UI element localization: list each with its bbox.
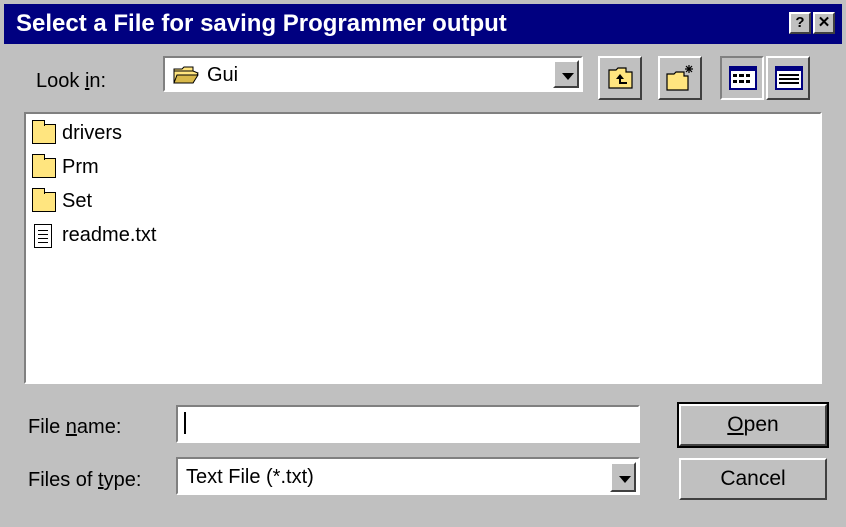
details-view-button[interactable] — [766, 56, 810, 100]
close-icon: ✕ — [817, 14, 831, 31]
open-button-label: pen — [743, 413, 779, 436]
file-list[interactable]: drivers Prm Set readme.txt — [24, 112, 822, 384]
files-of-type-combo[interactable]: Text File (*.txt) — [176, 457, 640, 495]
text-caret — [184, 412, 186, 434]
open-button[interactable]: Open — [677, 402, 829, 448]
details-view-icon — [775, 66, 803, 95]
folder-icon — [32, 188, 56, 212]
look-in-dropdown-button[interactable] — [553, 60, 579, 88]
help-icon: ? — [795, 14, 805, 31]
text-file-icon — [34, 224, 52, 248]
create-new-folder-icon — [666, 64, 696, 97]
file-name-label: File name: — [28, 416, 121, 439]
files-of-type-label-suffix: ype: — [103, 469, 142, 491]
file-name-label-prefix: File — [28, 416, 66, 438]
files-of-type-value: Text File (*.txt) — [186, 466, 314, 488]
list-view-icon — [729, 66, 757, 95]
chevron-down-icon — [562, 73, 574, 80]
cancel-button-label: Cancel — [720, 467, 786, 490]
open-button-accel: O — [727, 413, 744, 436]
open-folder-icon — [173, 66, 199, 84]
look-in-label: Look in: — [36, 70, 106, 93]
file-name-label-accel: n — [65, 416, 77, 438]
look-in-label-prefix: Look — [36, 70, 85, 92]
list-item-label: drivers — [62, 122, 123, 144]
look-in-combo[interactable]: Gui — [163, 56, 583, 92]
help-button[interactable]: ? — [789, 12, 811, 34]
files-of-type-dropdown-button[interactable] — [610, 462, 636, 492]
up-one-level-icon — [608, 66, 634, 95]
folder-icon — [32, 120, 56, 144]
look-in-label-suffix: n: — [89, 70, 107, 92]
cancel-button[interactable]: Cancel — [679, 458, 827, 500]
look-in-value: Gui — [207, 64, 239, 86]
chevron-down-icon — [619, 476, 631, 483]
files-of-type-label: Files of type: — [28, 469, 141, 492]
file-name-field[interactable] — [176, 405, 640, 443]
dialog-title: Select a File for saving Programmer outp… — [16, 10, 507, 37]
folder-icon — [32, 154, 56, 178]
file-name-label-suffix: ame: — [76, 416, 122, 438]
create-new-folder-button[interactable] — [658, 56, 702, 100]
list-item-label: Prm — [62, 156, 99, 178]
list-view-button[interactable] — [720, 56, 764, 100]
list-item-label: Set — [62, 190, 93, 212]
up-one-level-button[interactable] — [598, 56, 642, 100]
save-file-dialog: Select a File for saving Programmer outp… — [0, 0, 846, 527]
close-button[interactable]: ✕ — [813, 12, 835, 34]
files-of-type-label-prefix: Files of — [28, 469, 99, 491]
list-item-label: readme.txt — [62, 224, 157, 246]
title-bar[interactable]: Select a File for saving Programmer outp… — [4, 4, 842, 44]
